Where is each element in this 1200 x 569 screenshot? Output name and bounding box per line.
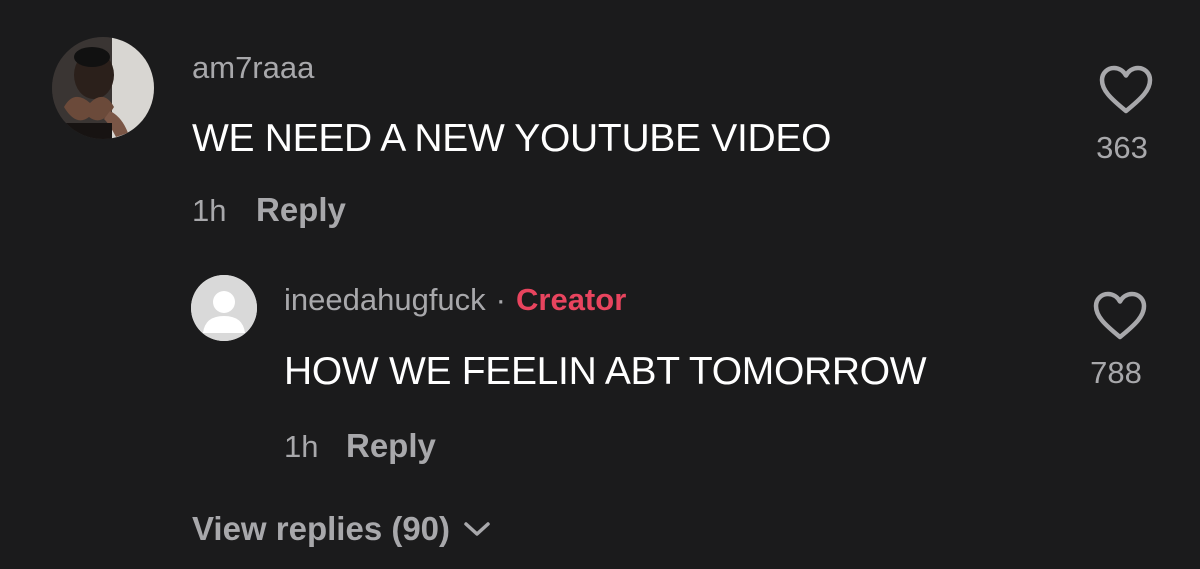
- creator-username[interactable]: ineedahugfuck: [284, 282, 486, 318]
- heart-outline-icon: [1099, 65, 1153, 114]
- comment-like-count: 363: [1096, 130, 1148, 165]
- reply-text: HOW WE FEELIN ABT TOMORROW: [284, 350, 927, 393]
- heart-outline-icon: [1093, 291, 1147, 340]
- commenter-username[interactable]: am7raaa: [192, 50, 314, 86]
- comment-reply-button[interactable]: Reply: [256, 191, 346, 229]
- reply-like-button[interactable]: [1092, 290, 1148, 342]
- view-replies-label: View replies (90): [192, 510, 451, 547]
- chevron-down-icon: [464, 522, 490, 536]
- view-replies-button[interactable]: View replies (90): [192, 510, 492, 548]
- commenter-avatar[interactable]: [52, 37, 154, 139]
- creator-badge: Creator: [516, 282, 627, 317]
- separator-dot: ·: [495, 282, 506, 317]
- reply-timestamp: 1h: [284, 429, 319, 464]
- avatar-photo: [52, 37, 154, 139]
- comment-like-button[interactable]: [1098, 64, 1154, 116]
- reply-header: ineedahugfuck · Creator: [284, 282, 626, 318]
- comment-text: WE NEED A NEW YOUTUBE VIDEO: [192, 117, 832, 160]
- default-avatar-icon: [191, 275, 257, 341]
- comment-timestamp: 1h: [192, 193, 227, 228]
- reply-reply-button[interactable]: Reply: [346, 427, 436, 465]
- creator-avatar[interactable]: [191, 275, 257, 341]
- reply-like-count: 788: [1090, 355, 1142, 390]
